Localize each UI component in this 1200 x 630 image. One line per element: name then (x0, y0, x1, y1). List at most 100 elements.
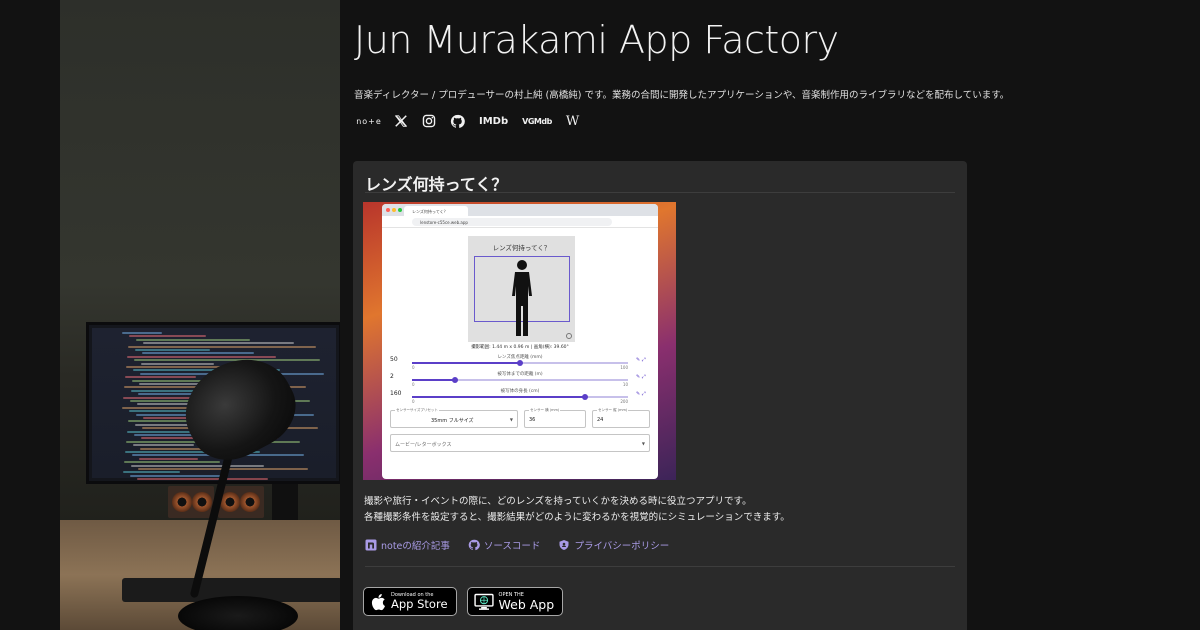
screenshot-view-title: レンズ何持ってく？ (492, 244, 551, 252)
badge-big-text: Web App (498, 597, 555, 612)
screenshot-caption: 撮影範囲: 1.44 m x 0.96 m | 画角(横): 39.60° (471, 345, 569, 350)
shield-icon (559, 540, 569, 550)
sensor-width-field[interactable]: センサー 横 (mm) 36 (524, 408, 586, 428)
slider-min: 0 (412, 399, 415, 404)
link-label: ソースコード (483, 541, 541, 552)
field-value: 36 (529, 417, 536, 423)
slider-value: 50 (390, 356, 398, 363)
slider-track[interactable] (412, 377, 628, 383)
field-value: ムービー/レターボックス (395, 442, 452, 448)
movie-mode-select[interactable]: ムービー/レターボックス ▼ (390, 434, 650, 452)
slider-max: 200 (620, 399, 628, 404)
code-line (142, 352, 254, 355)
code-line (123, 471, 180, 474)
photo-speaker-left (168, 486, 214, 518)
code-line (125, 376, 196, 379)
edit-icon[interactable]: ✎ ⤢ (636, 357, 650, 363)
chevron-down-icon: ▼ (641, 441, 645, 446)
screenshot-urlbar: lenstore-c55ce.web.app (382, 216, 658, 228)
chevron-down-icon: ▼ (509, 417, 513, 422)
person-silhouette-icon (512, 260, 532, 336)
slider-knob[interactable] (517, 360, 523, 366)
slider-max: 10 (622, 382, 628, 387)
source-code-link[interactable]: ソースコード (468, 538, 541, 552)
code-line (122, 332, 162, 334)
info-icon (566, 333, 572, 339)
hero-photo (60, 0, 340, 630)
wikipedia-icon[interactable]: W (566, 112, 579, 130)
vgmdb-icon[interactable]: VGMdb (522, 112, 552, 130)
app-screenshot: レンズ何持ってく？ lenstore-c55ce.web.app レンズ何持って… (363, 202, 676, 480)
field-label: センサー 横 (mm) (529, 408, 561, 413)
note-article-link[interactable]: noteの紹介記事 (365, 538, 450, 552)
photo-speaker-right (218, 486, 264, 518)
field-value: 24 (597, 417, 604, 423)
edit-icon[interactable]: ✎ ⤢ (636, 391, 650, 397)
instagram-icon[interactable] (422, 112, 436, 130)
screenshot-viewport: レンズ何持ってく？ (468, 236, 575, 342)
slider-track[interactable] (412, 360, 628, 366)
screenshot-browser: レンズ何持ってく？ lenstore-c55ce.web.app レンズ何持って… (382, 204, 658, 479)
code-line (127, 355, 276, 358)
slider-label: 被写体までの距離 (m) (497, 372, 543, 377)
apple-icon (371, 593, 386, 610)
code-line (131, 389, 200, 392)
field-value: 35mm フルサイズ (431, 418, 474, 424)
app-description: 撮影や旅行・イベントの際に、どのレンズを持っていくかを決める時に役立つアプリです… (364, 494, 790, 526)
code-line (131, 464, 264, 467)
screenshot-tab: レンズ何持ってく？ (404, 206, 468, 216)
code-line (124, 461, 220, 464)
note-icon (365, 539, 377, 551)
screenshot-url: lenstore-c55ce.web.app (412, 218, 612, 226)
edit-icon[interactable]: ✎ ⤢ (636, 374, 650, 380)
code-line (134, 359, 320, 362)
app-card: レンズ何持ってく？ レンズ何持ってく？ lenstore-c55ce.web.a… (353, 161, 967, 630)
privacy-policy-link[interactable]: プライバシーポリシー (558, 538, 669, 552)
field-label: センサー 縦 (mm) (597, 408, 629, 413)
sensor-preset-select[interactable]: センサーサイズプリセット 35mm フルサイズ ▼ (390, 408, 518, 428)
slider-value: 160 (390, 390, 402, 397)
app-description-line: 撮影や旅行・イベントの際に、どのレンズを持っていくかを決める時に役立つアプリです… (364, 496, 752, 507)
app-store-badge[interactable]: Download on the App Store (363, 587, 457, 616)
badge-big-text: App Store (391, 597, 448, 611)
code-line (130, 474, 224, 477)
note-icon[interactable]: no+e (356, 112, 381, 130)
link-label: プライバシーポリシー (574, 541, 670, 552)
site-description: 音楽ディレクター / プロデューサーの村上純 (高橋純) です。業務の合間に開発… (354, 90, 1010, 101)
code-line (139, 457, 198, 460)
code-line (137, 478, 268, 481)
social-links: no+e IMDb VGMdb W (356, 112, 579, 130)
screenshot-tabbar: レンズ何持ってく？ (382, 204, 658, 216)
code-line (141, 362, 214, 365)
slider-value: 2 (390, 373, 394, 380)
slider-label: 被写体の身長 (cm) (500, 389, 540, 394)
slider-min: 0 (412, 365, 415, 370)
slider-track[interactable] (412, 394, 628, 400)
slider-max: 100 (620, 365, 628, 370)
code-line (143, 342, 294, 345)
github-icon (468, 539, 480, 551)
code-line (136, 338, 250, 341)
store-badges: Download on the App Store OPEN THE Web A… (363, 587, 564, 616)
code-line (127, 430, 190, 433)
field-label: センサーサイズプリセット (395, 408, 439, 413)
link-label: noteの紹介記事 (381, 541, 450, 552)
sensor-height-field[interactable]: センサー 縦 (mm) 24 (592, 408, 650, 428)
app-description-line: 各種撮影条件を設定すると、撮影結果がどのように変わるかを視覚的にシミュレーション… (364, 512, 790, 523)
app-links: noteの紹介記事 ソースコード プライバシーポリシー (365, 538, 669, 552)
site-title: Jun Murakami App Factory (354, 18, 839, 62)
imdb-icon[interactable]: IMDb (479, 112, 508, 130)
web-app-badge[interactable]: OPEN THE Web App (466, 587, 564, 616)
slider-knob[interactable] (581, 394, 588, 400)
x-icon[interactable] (394, 112, 408, 130)
monitor-globe-icon (473, 593, 494, 610)
code-line (128, 345, 316, 348)
code-line (133, 444, 194, 447)
photo-lamp-base (178, 596, 298, 630)
divider (365, 566, 955, 567)
github-icon[interactable] (450, 112, 465, 130)
slider-min: 0 (412, 382, 415, 387)
slider-knob[interactable] (452, 377, 459, 383)
code-line (129, 335, 206, 338)
slider-height: 被写体の身長 (cm) 160 0 200 ✎ ⤢ (390, 388, 650, 408)
